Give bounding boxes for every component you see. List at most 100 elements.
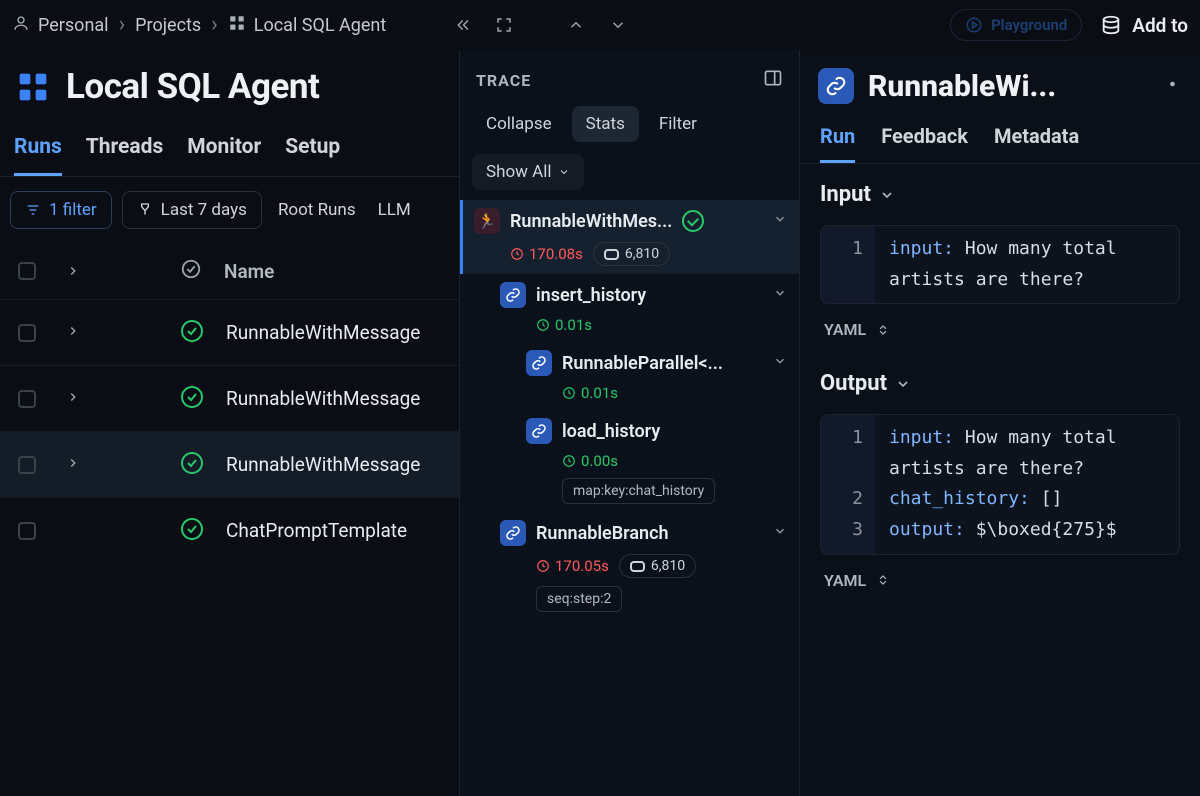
- output-format-select[interactable]: YAML: [800, 561, 1200, 604]
- row-checkbox[interactable]: [18, 390, 36, 408]
- next-run-button[interactable]: [602, 9, 634, 41]
- run-name: RunnableWithMessage: [226, 321, 420, 344]
- trace-node-time: 0.01s: [536, 316, 592, 334]
- detail-tab-run[interactable]: Run: [820, 124, 855, 163]
- expand-column-icon: [66, 260, 80, 283]
- layout-panel-icon[interactable]: [763, 68, 783, 92]
- trace-node-name: RunnableWithMes...: [510, 211, 672, 232]
- trace-node[interactable]: load_history0.00smap:key:chat_history: [460, 410, 799, 512]
- app-grid-icon: [228, 14, 246, 36]
- link-icon: [500, 520, 526, 546]
- playground-button[interactable]: Playground: [950, 9, 1082, 41]
- trace-node[interactable]: insert_history 0.01s: [460, 274, 799, 342]
- table-row[interactable]: RunnableWithMessage: [0, 365, 459, 431]
- crumb-projects[interactable]: Projects: [135, 15, 201, 36]
- chevron-down-icon[interactable]: [773, 286, 787, 304]
- crumb-personal[interactable]: Personal: [12, 14, 109, 36]
- add-to-button[interactable]: Add to: [1100, 14, 1188, 37]
- link-icon: [526, 350, 552, 376]
- filter-date-label: Last 7 days: [161, 200, 247, 220]
- filter-llm[interactable]: LLM: [372, 192, 417, 228]
- input-format-select[interactable]: YAML: [800, 310, 1200, 353]
- trace-node-time: 170.08s: [510, 245, 583, 263]
- name-column-label: Name: [224, 260, 274, 283]
- runs-table-header: Name: [0, 243, 459, 299]
- input-section-label: Input: [820, 182, 871, 207]
- detail-tabs: Run Feedback Metadata: [800, 108, 1200, 164]
- output-format-label: YAML: [824, 571, 866, 590]
- detail-tab-feedback[interactable]: Feedback: [881, 124, 968, 163]
- expand-fullscreen-icon[interactable]: [488, 9, 520, 41]
- status-ok-icon: [682, 210, 704, 232]
- row-checkbox[interactable]: [18, 324, 36, 342]
- trace-node-tag: seq:step:2: [536, 586, 622, 612]
- tab-monitor[interactable]: Monitor: [187, 135, 261, 176]
- trace-panel: TRACE Collapse Stats Filter Show All 🏃 Ru…: [460, 50, 800, 796]
- trace-node-time: 0.01s: [562, 384, 618, 402]
- status-ok-icon: [180, 385, 204, 413]
- trace-show-all-select[interactable]: Show All: [472, 154, 584, 190]
- trace-node-name: insert_history: [536, 285, 646, 306]
- chevron-down-icon[interactable]: [773, 354, 787, 372]
- table-row[interactable]: RunnableWithMessage: [0, 431, 459, 497]
- trace-header: TRACE: [476, 71, 531, 90]
- trace-node[interactable]: RunnableBranch170.05s6,810seq:step:2: [460, 512, 799, 620]
- select-all-checkbox[interactable]: [18, 262, 36, 280]
- table-row[interactable]: ChatPromptTemplate: [0, 497, 459, 563]
- chevron-right-icon[interactable]: [66, 324, 80, 342]
- run-icon: 🏃: [474, 208, 500, 234]
- tab-threads[interactable]: Threads: [86, 135, 163, 176]
- filter-date-chip[interactable]: Last 7 days: [122, 191, 262, 229]
- runs-table-body: RunnableWithMessage RunnableWithMessage Ru…: [0, 299, 459, 563]
- detail-panel: RunnableWi... Run Feedback Metadata Inpu…: [800, 50, 1200, 796]
- trace-node-name: RunnableParallel<...: [562, 353, 723, 374]
- trace-filter-button[interactable]: Filter: [645, 106, 711, 142]
- tab-setup[interactable]: Setup: [285, 135, 340, 176]
- status-ok-icon: [180, 319, 204, 347]
- output-section-label: Output: [820, 371, 887, 396]
- status-column-icon: [180, 258, 202, 285]
- filter-root-runs[interactable]: Root Runs: [272, 192, 362, 228]
- detail-tab-metadata[interactable]: Metadata: [994, 124, 1079, 163]
- breadcrumb-bar: Personal › Projects › Local SQL Agent Pl…: [0, 0, 1200, 50]
- trace-controls: Collapse Stats Filter Show All: [460, 96, 799, 200]
- input-format-label: YAML: [824, 320, 866, 339]
- page-title: Local SQL Agent: [66, 66, 319, 107]
- crumb-personal-label: Personal: [38, 15, 109, 36]
- link-icon: [500, 282, 526, 308]
- trace-node[interactable]: RunnableParallel<... 0.01s: [460, 342, 799, 410]
- filter-count-chip[interactable]: 1 filter: [10, 191, 112, 229]
- trace-node-time: 0.00s: [562, 452, 618, 470]
- trace-show-all-label: Show All: [486, 162, 552, 182]
- sort-icon: [876, 573, 890, 587]
- output-code-block[interactable]: 1 23 input: How many totalartists are th…: [820, 414, 1180, 554]
- output-section-toggle[interactable]: Output: [820, 371, 1180, 396]
- input-section-toggle[interactable]: Input: [820, 182, 1180, 207]
- chevron-right-icon[interactable]: [66, 456, 80, 474]
- runs-panel: Local SQL Agent Runs Threads Monitor Set…: [0, 50, 460, 796]
- person-icon: [12, 14, 30, 36]
- table-row[interactable]: RunnableWithMessage: [0, 299, 459, 365]
- trace-collapse-button[interactable]: Collapse: [472, 106, 566, 142]
- detail-more-button[interactable]: [1152, 73, 1182, 99]
- chevron-down-icon[interactable]: [773, 212, 787, 230]
- trace-node[interactable]: 🏃RunnableWithMes...170.08s6,810: [460, 200, 799, 274]
- top-actions: Playground Add to: [950, 9, 1188, 41]
- prev-run-button[interactable]: [560, 9, 592, 41]
- chevron-right-icon: ›: [119, 14, 126, 36]
- trace-stats-button[interactable]: Stats: [572, 106, 639, 142]
- chevron-right-icon[interactable]: [66, 390, 80, 408]
- link-icon: [526, 418, 552, 444]
- run-name: RunnableWithMessage: [226, 387, 420, 410]
- trace-collapse-left-icon[interactable]: [446, 9, 478, 41]
- row-checkbox[interactable]: [18, 456, 36, 474]
- chevron-down-icon[interactable]: [773, 524, 787, 542]
- row-checkbox[interactable]: [18, 522, 36, 540]
- tab-runs[interactable]: Runs: [14, 135, 62, 176]
- crumb-projects-label: Projects: [135, 15, 201, 36]
- sort-icon: [876, 323, 890, 337]
- crumb-current-label: Local SQL Agent: [254, 15, 386, 36]
- run-name: RunnableWithMessage: [226, 453, 420, 476]
- input-code-block[interactable]: 1 input: How many totalartists are there…: [820, 225, 1180, 304]
- crumb-current[interactable]: Local SQL Agent: [228, 14, 386, 36]
